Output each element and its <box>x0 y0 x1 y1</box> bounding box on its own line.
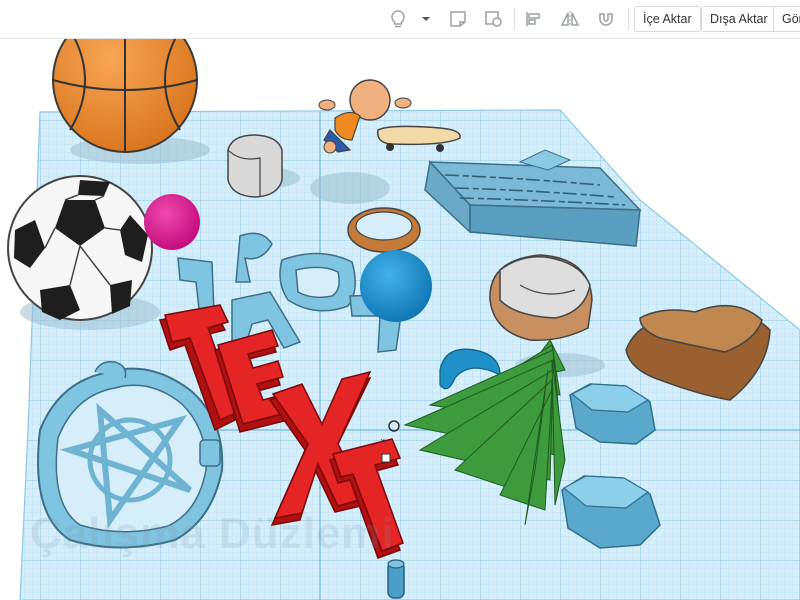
lightbulb-icon[interactable] <box>384 5 412 33</box>
align-icon[interactable] <box>520 5 548 33</box>
3d-viewport[interactable]: × Çalışma Düzlemi <box>0 39 800 600</box>
blue-sphere[interactable] <box>360 250 432 322</box>
magenta-sphere[interactable] <box>144 194 200 250</box>
peg[interactable] <box>387 559 405 599</box>
svg-text:×: × <box>380 436 385 446</box>
workplane-watermark: Çalışma Düzlemi <box>30 509 395 558</box>
chevron-down-icon[interactable] <box>418 5 434 33</box>
dice-2[interactable] <box>489 254 593 341</box>
mirror-icon[interactable] <box>556 5 584 33</box>
dice[interactable] <box>227 134 283 198</box>
send-button[interactable]: Gön <box>773 6 800 32</box>
ring[interactable] <box>347 207 421 253</box>
export-button[interactable]: Dışa Aktar <box>701 6 777 32</box>
view-icon[interactable] <box>480 5 508 33</box>
top-toolbar: İçe Aktar Dışa Aktar Gön <box>0 0 800 39</box>
import-button[interactable]: İçe Aktar <box>634 6 701 32</box>
soccer-ball[interactable] <box>7 175 153 321</box>
magnet-icon[interactable] <box>592 5 620 33</box>
note-icon[interactable] <box>444 5 472 33</box>
